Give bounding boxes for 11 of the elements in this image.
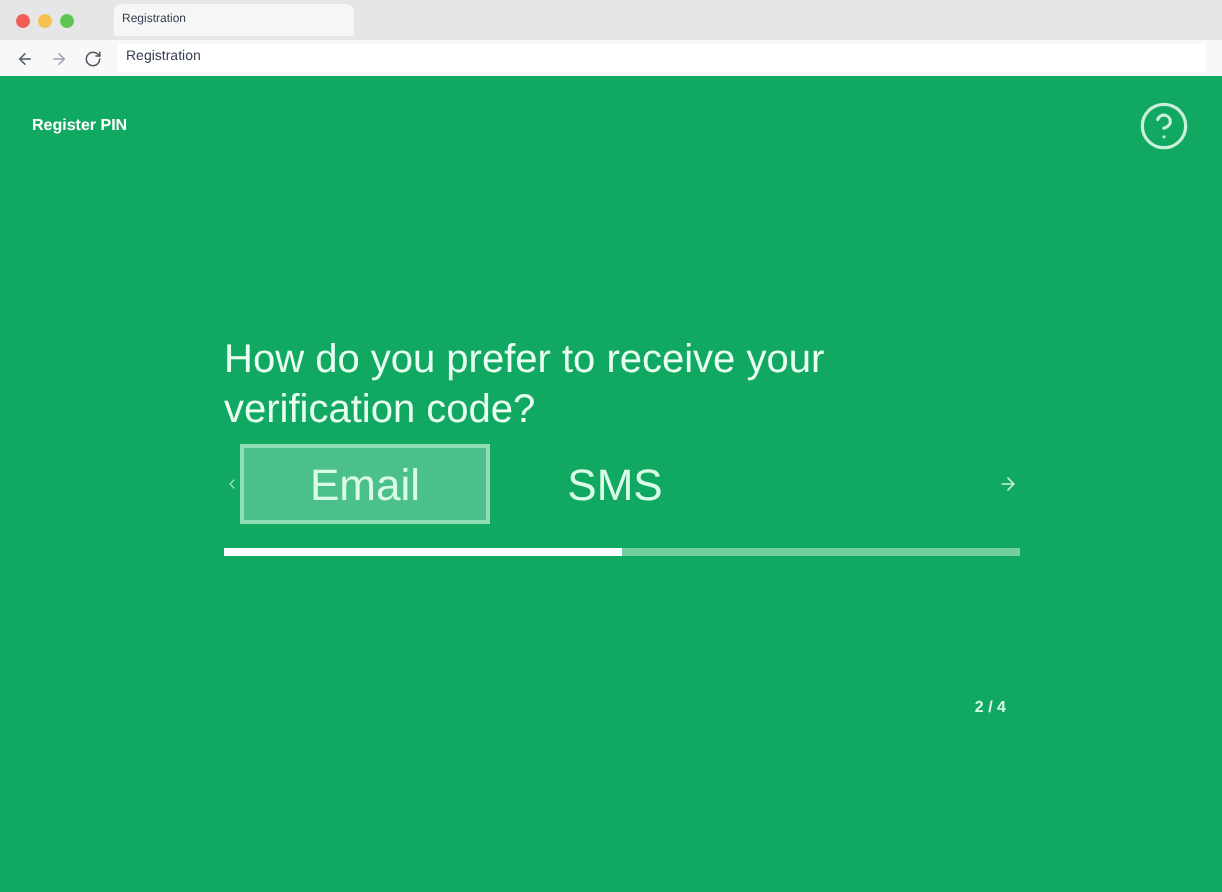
reload-icon[interactable] [84, 49, 102, 67]
close-window-icon[interactable] [16, 13, 30, 27]
next-arrow-icon[interactable] [998, 474, 1018, 494]
step-counter: 2 / 4 [974, 696, 1006, 720]
minimize-window-icon[interactable] [38, 13, 52, 27]
help-icon[interactable] [1138, 100, 1190, 152]
maximize-window-icon[interactable] [60, 13, 74, 27]
back-icon[interactable] [16, 49, 34, 67]
forward-icon[interactable] [50, 49, 68, 67]
page-title: Register PIN [32, 114, 128, 138]
question-text: How do you prefer to receive your verification code? [224, 336, 827, 436]
